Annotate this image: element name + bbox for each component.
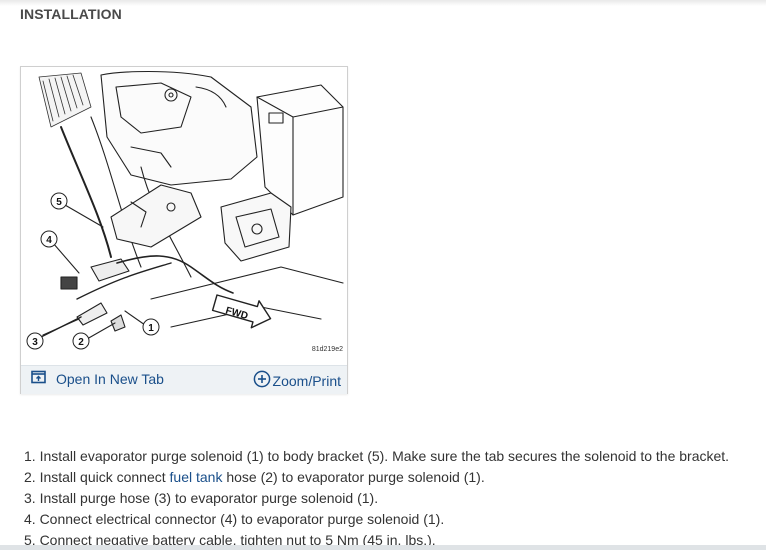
step-text: 1. Install evaporator purge solenoid (1)… (24, 448, 730, 464)
callout-1: 1 (148, 323, 154, 334)
figure-toolbar: Open In New Tab Zoom/Print (21, 365, 347, 394)
step-text: 4. Connect electrical connector (4) to e… (24, 511, 445, 527)
figure-id: 81d219e2 (312, 346, 343, 353)
open-in-new-tab-link[interactable]: Open In New Tab (31, 370, 164, 387)
open-in-new-tab-icon (31, 370, 46, 387)
callout-5: 5 (56, 197, 62, 208)
zoom-print-label: Zoom/Print (272, 372, 341, 389)
callout-3: 3 (32, 337, 38, 348)
section-heading: INSTALLATION (20, 6, 122, 22)
zoom-print-link[interactable]: Zoom/Print (253, 370, 341, 391)
callout-4: 4 (46, 235, 52, 246)
step-text: 3. Install purge hose (3) to evaporator … (24, 490, 379, 506)
fuel-tank-link[interactable]: fuel tank (170, 469, 223, 485)
zoom-plus-icon (253, 370, 271, 391)
step-item: 1. Install evaporator purge solenoid (1)… (24, 446, 729, 467)
step-item: 3. Install purge hose (3) to evaporator … (24, 488, 729, 509)
bottom-scrollbar[interactable] (0, 545, 766, 550)
step-text-pre: 2. Install quick connect (24, 469, 170, 485)
installation-figure: FWD 5 4 3 2 1 81d219e2 Open In New Tab Z… (20, 66, 348, 394)
open-in-new-tab-label: Open In New Tab (56, 370, 164, 387)
step-item: 4. Connect electrical connector (4) to e… (24, 509, 729, 530)
step-item: 2. Install quick connect fuel tank hose … (24, 467, 729, 488)
callout-2: 2 (78, 337, 84, 348)
engine-bay-diagram[interactable]: FWD 5 4 3 2 1 81d219e2 (21, 67, 347, 359)
installation-steps: 1. Install evaporator purge solenoid (1)… (24, 446, 729, 551)
step-text-post: hose (2) to evaporator purge solenoid (1… (222, 469, 485, 485)
